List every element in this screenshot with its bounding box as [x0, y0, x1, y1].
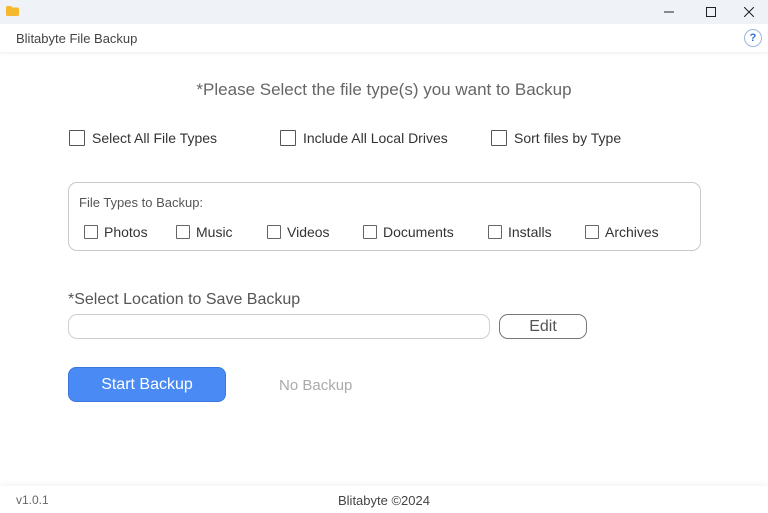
app-window: Blitabyte File Backup ? *Please Select t… — [0, 0, 768, 513]
file-type-documents-checkbox[interactable]: Documents — [363, 224, 454, 240]
folder-icon — [6, 6, 19, 16]
close-icon — [744, 7, 754, 17]
checkbox-label: Photos — [104, 224, 148, 240]
checkbox-label: Videos — [287, 224, 330, 240]
app-header: Blitabyte File Backup ? — [0, 24, 768, 52]
file-type-videos-checkbox[interactable]: Videos — [267, 224, 330, 240]
file-type-music-checkbox[interactable]: Music — [176, 224, 233, 240]
help-button[interactable]: ? — [744, 29, 762, 47]
group-title: File Types to Backup: — [79, 195, 204, 210]
minimize-button[interactable] — [646, 0, 692, 24]
checkbox-label: Archives — [605, 224, 659, 240]
copyright-label: Blitabyte ©2024 — [338, 493, 430, 508]
app-title: Blitabyte File Backup — [16, 31, 138, 46]
start-backup-button[interactable]: Start Backup — [68, 367, 226, 402]
checkbox-label: Installs — [508, 224, 552, 240]
footer: v1.0.1 Blitabyte ©2024 — [0, 486, 768, 513]
file-type-photos-checkbox[interactable]: Photos — [84, 224, 148, 240]
maximize-icon — [706, 7, 716, 17]
location-label: *Select Location to Save Backup — [68, 291, 301, 308]
checkbox-label: Include All Local Drives — [303, 130, 448, 146]
checkbox-label: Sort files by Type — [514, 130, 622, 146]
checkbox-label: Select All File Types — [92, 130, 218, 146]
help-icon: ? — [749, 32, 757, 44]
edit-location-button[interactable]: Edit — [499, 314, 587, 339]
checkbox-label: Documents — [383, 224, 454, 240]
instruction-heading: *Please Select the file type(s) you want… — [196, 80, 572, 99]
checkbox-icon[interactable] — [491, 130, 507, 146]
checkbox-icon[interactable] — [84, 225, 98, 239]
select-all-checkbox[interactable]: Select All File Types — [69, 130, 217, 146]
file-type-archives-checkbox[interactable]: Archives — [585, 224, 659, 240]
file-type-installs-checkbox[interactable]: Installs — [488, 224, 552, 240]
file-types-group: File Types to Backup: — [68, 182, 701, 251]
checkbox-icon[interactable] — [267, 225, 281, 239]
backup-location-input[interactable] — [68, 314, 490, 339]
backup-status: No Backup — [279, 377, 353, 394]
checkbox-icon[interactable] — [488, 225, 502, 239]
checkbox-icon[interactable] — [280, 130, 296, 146]
include-local-drives-checkbox[interactable]: Include All Local Drives — [280, 130, 448, 146]
minimize-icon — [664, 11, 674, 13]
checkbox-icon[interactable] — [363, 225, 377, 239]
checkbox-icon[interactable] — [176, 225, 190, 239]
title-bar — [0, 0, 768, 24]
sort-by-type-checkbox[interactable]: Sort files by Type — [491, 130, 621, 146]
checkbox-icon[interactable] — [69, 130, 85, 146]
close-button[interactable] — [726, 0, 768, 24]
checkbox-icon[interactable] — [585, 225, 599, 239]
checkbox-label: Music — [196, 224, 233, 240]
